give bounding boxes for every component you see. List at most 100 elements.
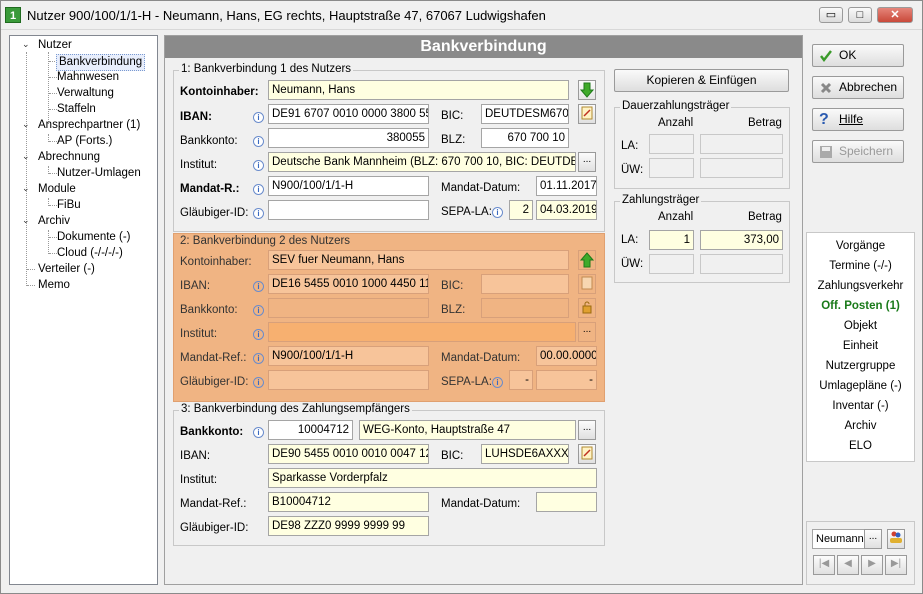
bank1-sepa-date-field[interactable]: 04.03.2019 <box>536 200 597 220</box>
prev-record-icon[interactable]: ◀ <box>837 555 859 575</box>
info-icon[interactable]: i <box>253 208 264 219</box>
bank1-mandat-datum-field[interactable]: 01.11.2017 <box>536 176 597 196</box>
browse-button[interactable]: ... <box>578 322 596 342</box>
copy-paste-button[interactable]: Kopieren & Einfügen <box>614 69 789 92</box>
nav-vorgaenge[interactable]: Vorgänge <box>807 240 914 252</box>
bank1-sepa-num-field[interactable]: 2 <box>509 200 533 220</box>
nav-nutzergruppe[interactable]: Nutzergruppe <box>807 360 914 372</box>
collapse-icon[interactable]: ⌄ <box>22 119 30 130</box>
tree-item-verwaltung[interactable]: Verwaltung <box>57 86 114 101</box>
zahl-la-betrag[interactable]: 373,00 <box>700 230 783 250</box>
collapse-icon[interactable]: ⌄ <box>22 215 30 226</box>
bank3-institut-field[interactable]: Sparkasse Vorderpfalz <box>268 468 597 488</box>
tree-item-fibu[interactable]: FiBu <box>57 198 81 213</box>
bank-lookup-icon[interactable] <box>578 274 596 294</box>
nav-off-posten[interactable]: Off. Posten (1) <box>807 300 914 312</box>
bank-lookup-icon[interactable] <box>578 104 596 124</box>
lock-icon[interactable] <box>578 298 596 318</box>
nav-zahlungsverkehr[interactable]: Zahlungsverkehr <box>807 280 914 292</box>
zahl-la-anzahl[interactable]: 1 <box>649 230 694 250</box>
bank1-iban-field[interactable]: DE91 6707 0010 0000 3800 55 <box>268 104 429 124</box>
tree-item-module[interactable]: Module <box>38 182 76 197</box>
nav-termine[interactable]: Termine (-/-) <box>807 260 914 272</box>
browse-button[interactable]: ... <box>578 420 596 440</box>
bank2-sepa-num-field[interactable]: - <box>509 370 533 390</box>
collapse-icon[interactable]: ⌄ <box>22 183 30 194</box>
ok-button[interactable]: OK <box>812 44 904 67</box>
bank3-bic-field[interactable]: LUHSDE6AXXX <box>481 444 569 464</box>
nav-inventar[interactable]: Inventar (-) <box>807 400 914 412</box>
browse-button[interactable]: ... <box>864 529 882 549</box>
collapse-icon[interactable]: ⌄ <box>22 151 30 162</box>
info-icon[interactable]: i <box>253 427 264 438</box>
bank1-bankkonto-field[interactable]: 380055 <box>268 128 429 148</box>
info-icon[interactable]: i <box>253 160 264 171</box>
maximize-button[interactable]: □ <box>848 7 872 23</box>
tree-item-dokumente[interactable]: Dokumente (-) <box>57 230 131 245</box>
bank2-mandat-datum-field[interactable]: 00.00.0000 <box>536 346 597 366</box>
bank2-bankkonto-field[interactable] <box>268 298 429 318</box>
info-icon[interactable]: i <box>492 377 503 388</box>
collapse-icon[interactable]: ⌄ <box>22 39 30 50</box>
arrow-up-icon[interactable] <box>578 250 596 270</box>
bank2-mandat-field[interactable]: N900/100/1/1-H <box>268 346 429 366</box>
tree-item-verteiler[interactable]: Verteiler (-) <box>38 262 95 277</box>
bank2-institut-field[interactable] <box>268 322 576 342</box>
cancel-button[interactable]: Abbrechen <box>812 76 904 99</box>
tree-item-nutzer[interactable]: Nutzer <box>38 38 72 53</box>
first-record-icon[interactable]: |◀ <box>813 555 835 575</box>
tree-item-archiv[interactable]: Archiv <box>38 214 70 229</box>
nav-umlageplaene[interactable]: Umlagepläne (-) <box>807 380 914 392</box>
bank2-bic-field[interactable] <box>481 274 569 294</box>
bank1-mandat-field[interactable]: N900/100/1/1-H <box>268 176 429 196</box>
info-icon[interactable]: i <box>492 207 503 218</box>
bank3-glaeubiger-field[interactable]: DE98 ZZZ0 9999 9999 99 <box>268 516 429 536</box>
bank2-blz-field[interactable] <box>481 298 569 318</box>
minimize-button[interactable]: ▭ <box>819 7 843 23</box>
nav-objekt[interactable]: Objekt <box>807 320 914 332</box>
last-record-icon[interactable]: ▶| <box>885 555 907 575</box>
tree-item-cloud[interactable]: Cloud (-/-/-/-) <box>57 246 123 261</box>
tree-item-mahnwesen[interactable]: Mahnwesen <box>57 70 119 85</box>
bank3-mandat-field[interactable]: B10004712 <box>268 492 429 512</box>
tree-item-bankverbindung[interactable]: Bankverbindung <box>56 54 146 71</box>
tree-item-memo[interactable]: Memo <box>38 278 70 293</box>
bank2-sepa-date-field[interactable]: - <box>536 370 597 390</box>
close-button[interactable]: ✕ <box>877 7 913 23</box>
bank3-konto-name-field[interactable]: WEG-Konto, Hauptstraße 47 <box>359 420 576 440</box>
bank1-blz-field[interactable]: 670 700 10 <box>481 128 569 148</box>
info-icon[interactable]: i <box>253 184 264 195</box>
nav-einheit[interactable]: Einheit <box>807 340 914 352</box>
bank3-bankkonto-field[interactable]: 10004712 <box>268 420 353 440</box>
info-icon[interactable]: i <box>253 281 264 292</box>
search-name-field[interactable]: Neumann <box>812 529 865 549</box>
tree-item-abrechnung[interactable]: Abrechnung <box>38 150 100 165</box>
save-button[interactable]: Speichern <box>812 140 904 163</box>
nav-elo[interactable]: ELO <box>807 440 914 452</box>
bank1-institut-field[interactable]: Deutsche Bank Mannheim (BLZ: 670 700 10,… <box>268 152 576 172</box>
bank1-bic-field[interactable]: DEUTDESM670 <box>481 104 569 124</box>
tree-item-ansprechpartner[interactable]: Ansprechpartner (1) <box>38 118 140 133</box>
info-icon[interactable]: i <box>253 305 264 316</box>
info-icon[interactable]: i <box>253 377 264 388</box>
info-icon[interactable]: i <box>253 136 264 147</box>
bank3-iban-field[interactable]: DE90 5455 0010 0010 0047 12 <box>268 444 429 464</box>
next-record-icon[interactable]: ▶ <box>861 555 883 575</box>
bank-lookup-icon[interactable] <box>578 444 596 464</box>
bank2-iban-field[interactable]: DE16 5455 0010 1000 4450 11 <box>268 274 429 294</box>
info-icon[interactable]: i <box>253 329 264 340</box>
bank1-kontoinhaber-field[interactable]: Neumann, Hans <box>268 80 569 100</box>
bank2-glaeubiger-field[interactable] <box>268 370 429 390</box>
tree-item-nutzer-umlagen[interactable]: Nutzer-Umlagen <box>57 166 141 181</box>
bank1-glaeubiger-field[interactable] <box>268 200 429 220</box>
tree-item-staffeln[interactable]: Staffeln <box>57 102 96 117</box>
users-icon[interactable] <box>887 529 905 549</box>
help-button[interactable]: ? Hilfe <box>812 108 904 131</box>
nav-archiv[interactable]: Archiv <box>807 420 914 432</box>
tree-item-ap-forts[interactable]: AP (Forts.) <box>57 134 112 149</box>
info-icon[interactable]: i <box>253 112 264 123</box>
browse-button[interactable]: ... <box>578 152 596 172</box>
info-icon[interactable]: i <box>253 353 264 364</box>
bank3-mandat-datum-field[interactable] <box>536 492 597 512</box>
arrow-down-icon[interactable] <box>578 80 596 100</box>
